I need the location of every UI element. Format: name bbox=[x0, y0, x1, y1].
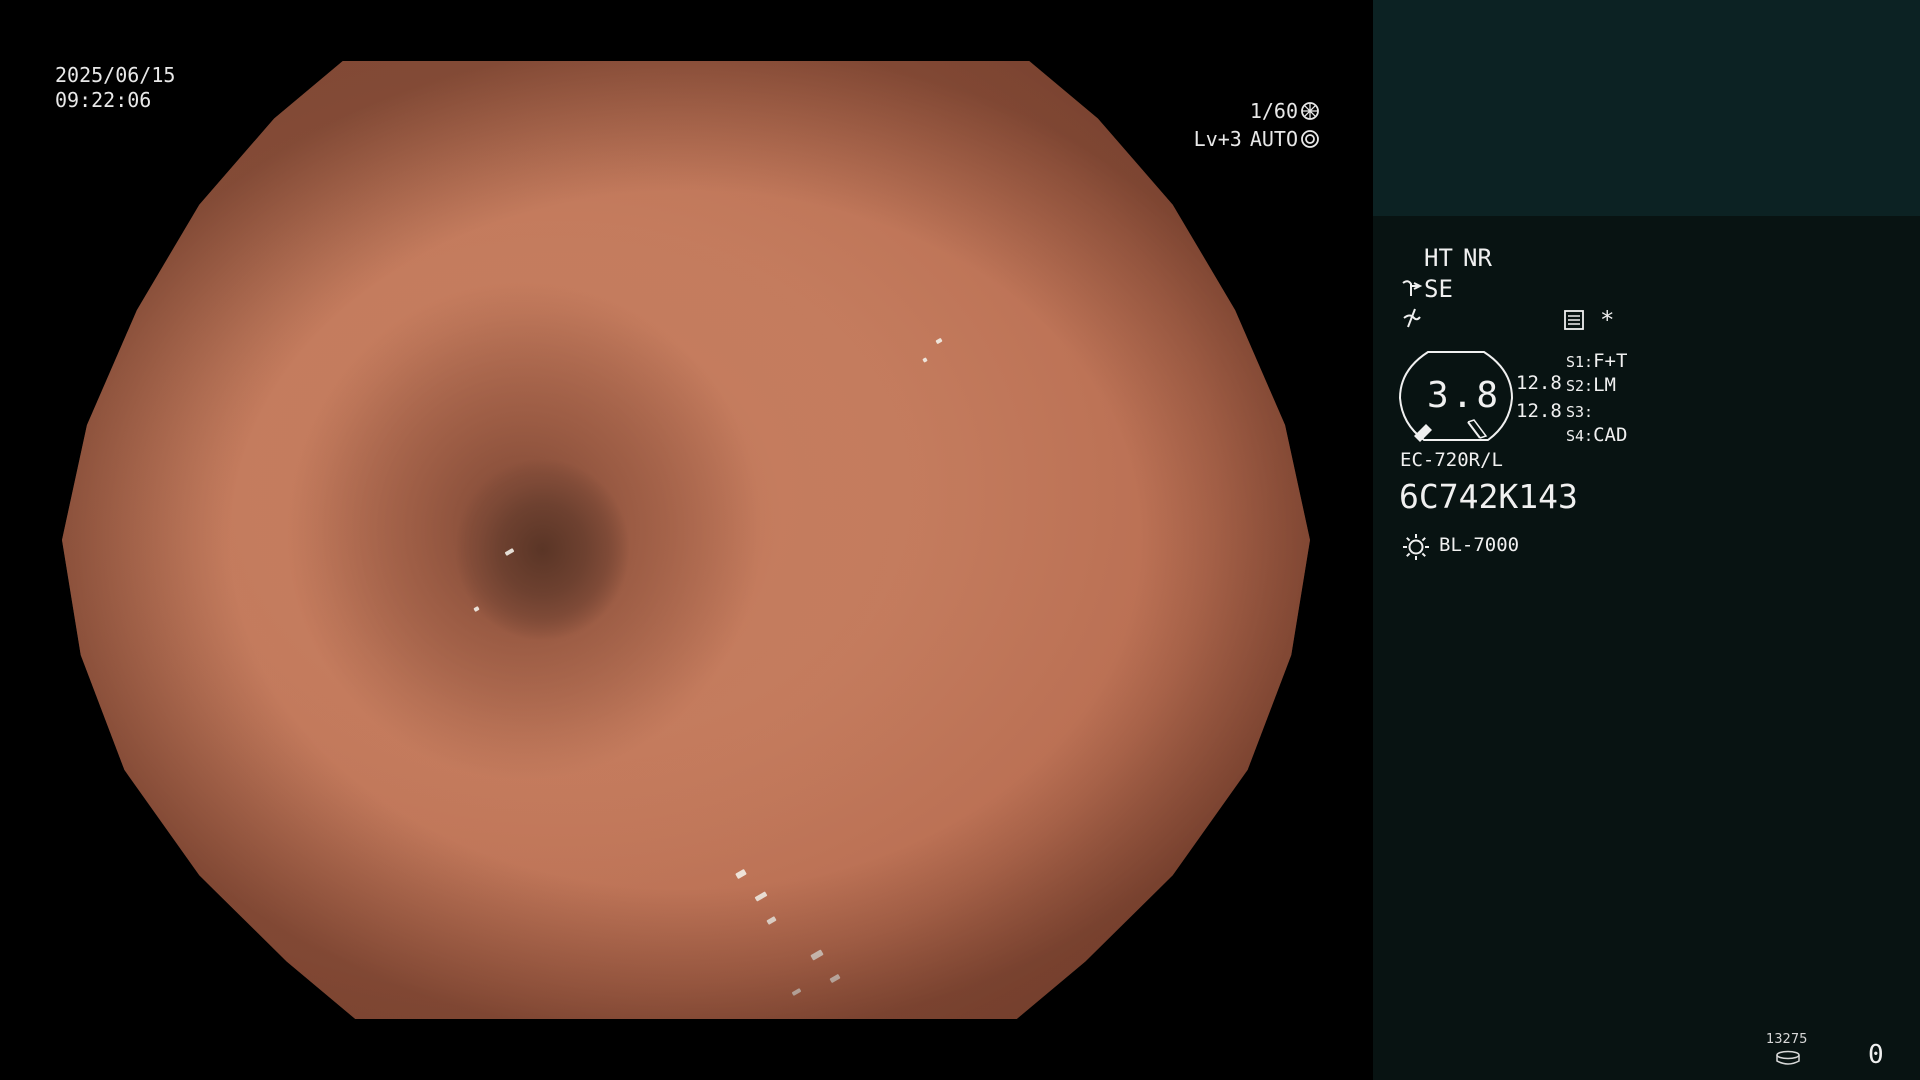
info-panel-header bbox=[1373, 0, 1920, 216]
specular-highlight bbox=[934, 337, 943, 345]
switch-s4-label: S4: bbox=[1566, 427, 1594, 445]
switch-s1: S1:F+T bbox=[1566, 350, 1627, 372]
specular-highlight bbox=[473, 606, 480, 613]
switch-s3-label: S3: bbox=[1566, 403, 1594, 421]
endoscope-view: 2025/06/15 09:22:06 1/60 Lv+3 AUTO bbox=[0, 0, 1372, 1080]
readout-value-2: 12.8 bbox=[1516, 400, 1562, 422]
light-source-icon bbox=[1403, 534, 1429, 560]
exposure-readout: Lv+3 AUTO bbox=[1194, 127, 1320, 151]
level-value: Lv+3 bbox=[1193, 127, 1242, 151]
shutter-readout: 1/60 bbox=[1250, 99, 1320, 123]
switch-s3: S3: bbox=[1566, 400, 1593, 422]
mode-nr: NR bbox=[1463, 244, 1492, 272]
aperture-icon bbox=[1301, 102, 1319, 120]
endoscopic-image bbox=[62, 61, 1310, 1019]
switch-s4: S4:CAD bbox=[1566, 424, 1627, 446]
shutter-value: 1/60 bbox=[1249, 99, 1298, 123]
switch-s2-value: LM bbox=[1593, 374, 1616, 396]
switch-s2-label: S2: bbox=[1566, 377, 1594, 395]
specular-highlight bbox=[791, 988, 802, 997]
time-display: 09:22:06 bbox=[55, 88, 152, 112]
scope-bend-icon bbox=[1402, 280, 1423, 296]
specular-highlight bbox=[766, 916, 777, 926]
storage-count: 13275 bbox=[1766, 1032, 1808, 1047]
switch-s4-value: CAD bbox=[1593, 424, 1628, 446]
exposure-mode: AUTO bbox=[1249, 127, 1298, 151]
specular-highlight bbox=[922, 357, 928, 363]
freeze-icon bbox=[1403, 308, 1421, 328]
switch-s2: S2:LM bbox=[1566, 374, 1616, 396]
mode-ht: HT bbox=[1424, 244, 1453, 272]
scope-serial: 6C742K143 bbox=[1399, 477, 1578, 516]
date-display: 2025/06/15 bbox=[55, 63, 176, 87]
light-source-label: BL-7000 bbox=[1439, 534, 1520, 556]
memo-icon bbox=[1564, 310, 1584, 330]
switch-s1-value: F+T bbox=[1593, 350, 1628, 372]
specular-highlight bbox=[504, 547, 515, 556]
switch-s1-label: S1: bbox=[1566, 353, 1594, 371]
specular-highlight bbox=[810, 949, 824, 961]
asterisk-indicator: * bbox=[1600, 306, 1615, 334]
specular-highlight bbox=[828, 973, 841, 984]
mode-se: SE bbox=[1424, 275, 1453, 303]
magnification-value: 3.8 bbox=[1427, 375, 1502, 416]
scope-model: EC-720R/L bbox=[1400, 449, 1503, 471]
target-icon bbox=[1301, 130, 1319, 148]
specular-highlight bbox=[735, 868, 747, 879]
readout-value-1: 12.8 bbox=[1516, 372, 1562, 394]
storage-icon bbox=[1776, 1050, 1800, 1065]
image-counter: 0 bbox=[1868, 1040, 1884, 1070]
specular-highlight bbox=[754, 891, 768, 903]
